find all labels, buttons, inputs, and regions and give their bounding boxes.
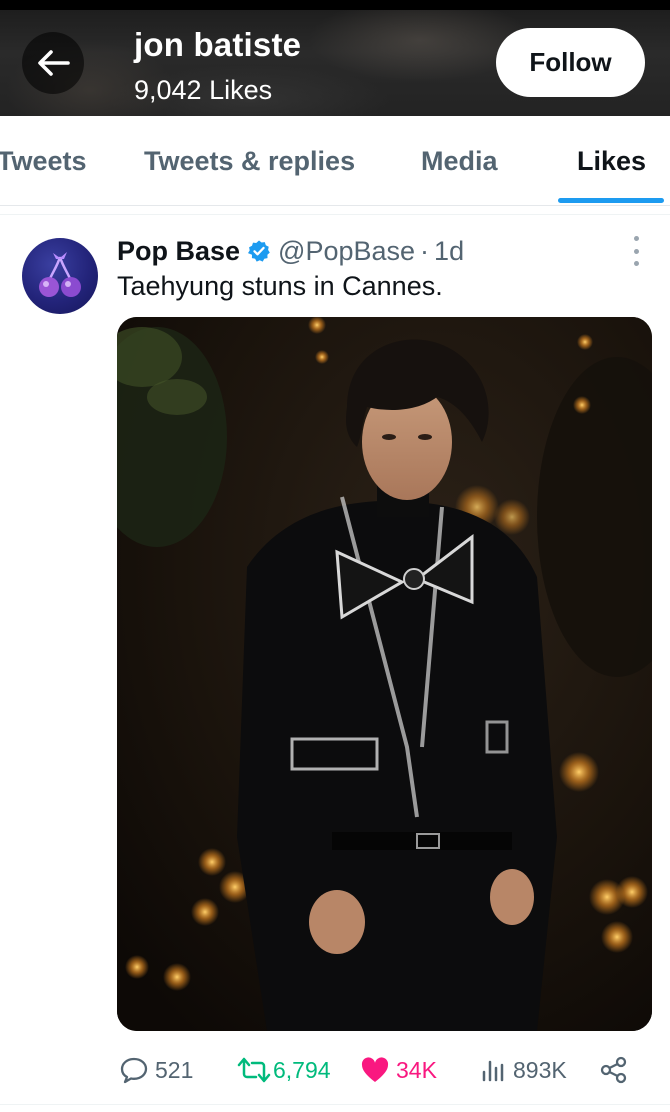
divider [0, 214, 670, 215]
tweet-time[interactable]: 1d [434, 236, 464, 267]
tweet-photo[interactable] [117, 317, 652, 1031]
tab-likes[interactable]: Likes [577, 146, 646, 177]
retweet-count: 6,794 [273, 1056, 331, 1083]
author-handle[interactable]: @PopBase [278, 236, 415, 267]
tweet-header: Pop Base @PopBase · 1d [117, 234, 464, 268]
profile-tabs: Tweets Tweets & replies Media Likes [0, 116, 670, 206]
arrow-left-icon [38, 50, 70, 76]
separator-dot: · [420, 235, 430, 266]
like-button[interactable]: 34K [360, 1050, 437, 1090]
profile-header: jon batiste 9,042 Likes Follow [0, 0, 670, 116]
retweet-button[interactable]: 6,794 [237, 1050, 331, 1090]
share-icon [600, 1056, 627, 1084]
likes-count: 9,042 Likes [134, 75, 273, 105]
tab-tweets[interactable]: Tweets [0, 146, 87, 177]
views-button[interactable]: 893K [481, 1050, 567, 1090]
cherry-logo-icon [39, 252, 81, 297]
views-count: 893K [513, 1056, 567, 1083]
retweet-icon [237, 1057, 271, 1083]
tab-tweets-replies[interactable]: Tweets & replies [144, 146, 355, 177]
avatar[interactable] [22, 238, 98, 314]
back-button[interactable] [22, 32, 84, 94]
profile-name: jon batiste [134, 26, 302, 63]
follow-button[interactable]: Follow [496, 28, 645, 97]
share-button[interactable] [599, 1050, 629, 1090]
like-count: 34K [396, 1056, 437, 1083]
analytics-icon [482, 1060, 504, 1082]
author-name[interactable]: Pop Base [117, 236, 240, 267]
reply-count: 521 [155, 1056, 194, 1083]
reply-button[interactable]: 521 [119, 1050, 193, 1090]
tweet-actions: 521 6,794 34K 893K [117, 1050, 652, 1090]
reply-icon [120, 1057, 148, 1084]
tweet-text: Taehyung stuns in Cannes. [117, 271, 443, 301]
active-tab-indicator [558, 198, 664, 203]
divider [0, 1104, 670, 1105]
tab-media[interactable]: Media [421, 146, 498, 177]
more-options-icon[interactable] [626, 236, 646, 266]
verified-badge-icon [247, 239, 271, 263]
heart-filled-icon [361, 1057, 389, 1082]
